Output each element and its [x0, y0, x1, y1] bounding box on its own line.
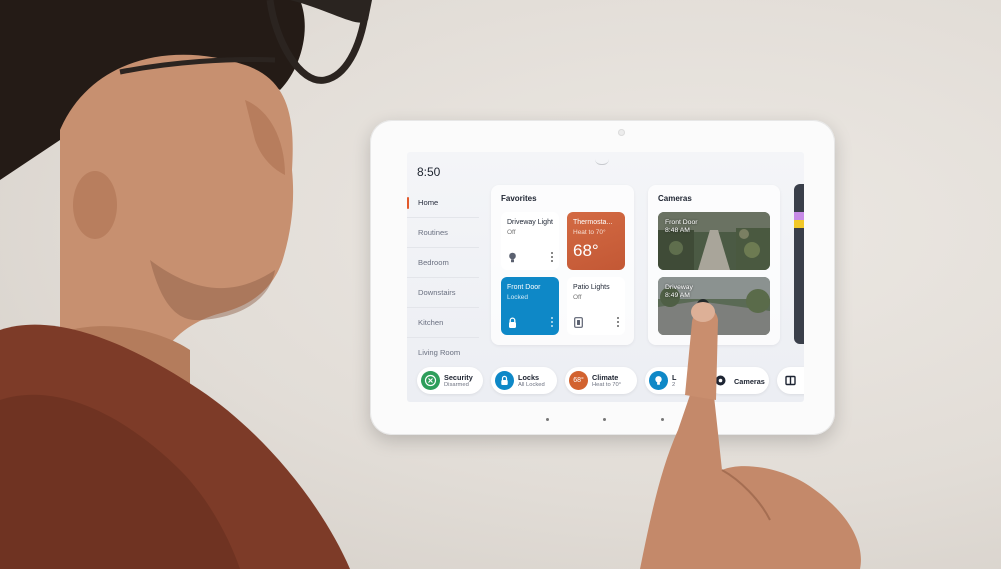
photo-scene: 8:50 Home Routines Bedroom Downstairs Ki… [0, 0, 1001, 569]
person-illustration [0, 0, 861, 569]
